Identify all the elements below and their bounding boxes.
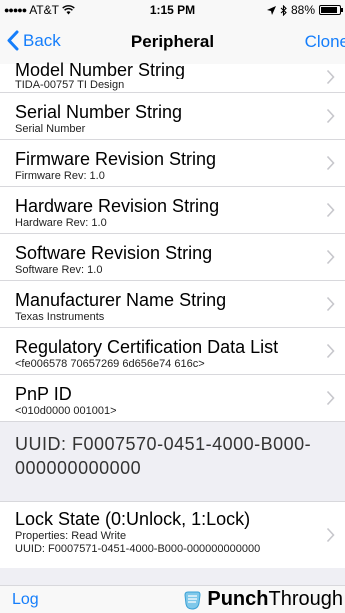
list-item[interactable]: Serial Number String Serial Number <box>0 93 345 140</box>
log-button[interactable]: Log <box>12 591 39 609</box>
row-subtitle: TIDA-00757 TI Design <box>15 79 125 91</box>
battery-icon <box>319 5 343 15</box>
brand-regular: Through <box>268 588 344 610</box>
punchthrough-logo: PunchThrough <box>181 588 343 611</box>
row-subtitle: Serial Number <box>15 123 86 135</box>
list-item[interactable]: Lock State (0:Unlock, 1:Lock) Properties… <box>0 502 345 568</box>
chevron-right-icon <box>326 527 335 543</box>
row-title: Serial Number String <box>15 102 183 122</box>
status-bar: ●●●●● AT&T 1:15 PM 88% <box>0 0 345 20</box>
row-subtitle: <010d0000 001001> <box>15 405 117 417</box>
row-title: Hardware Revision String <box>15 196 220 216</box>
list-item[interactable]: Manufacturer Name String Texas Instrumen… <box>0 281 345 328</box>
bluetooth-icon <box>280 4 287 16</box>
row-title: PnP ID <box>15 384 72 404</box>
list-item[interactable]: PnP ID <010d0000 001001> <box>0 375 345 422</box>
row-subtitle: Firmware Rev: 1.0 <box>15 170 105 182</box>
location-arrow-icon <box>266 5 276 15</box>
chevron-right-icon <box>326 108 335 124</box>
brand-bold: Punch <box>207 588 269 610</box>
list-item[interactable]: Hardware Revision String Hardware Rev: 1… <box>0 187 345 234</box>
service-uuid-header: UUID: F0007570-0451-4000-B000-0000000000… <box>0 422 345 502</box>
characteristic-list: Model Number String TIDA-00757 TI Design… <box>0 61 345 599</box>
list-item[interactable]: Regulatory Certification Data List <fe00… <box>0 328 345 375</box>
status-right: 88% <box>266 3 343 17</box>
battery-fill <box>321 7 337 13</box>
row-subtitle: Hardware Rev: 1.0 <box>15 217 107 229</box>
clone-button[interactable]: Clone <box>305 32 345 52</box>
row-uuid: UUID: F0007571-0451-4000-B000-0000000000… <box>15 543 261 555</box>
row-subtitle: Software Rev: 1.0 <box>15 264 103 276</box>
list-item[interactable]: Firmware Revision String Firmware Rev: 1… <box>0 140 345 187</box>
row-subtitle: Texas Instruments <box>15 311 105 323</box>
chevron-right-icon <box>326 390 335 406</box>
row-title: Firmware Revision String <box>15 149 217 169</box>
row-properties: Properties: Read Write <box>15 530 127 542</box>
chevron-right-icon <box>326 155 335 171</box>
chevron-right-icon <box>326 249 335 265</box>
list-item[interactable]: Software Revision String Software Rev: 1… <box>0 234 345 281</box>
row-title: Regulatory Certification Data List <box>15 337 279 357</box>
footer-toolbar: Log PunchThrough <box>0 585 345 613</box>
row-title: Model Number String <box>15 61 186 79</box>
chevron-right-icon <box>326 296 335 312</box>
brand-name: PunchThrough <box>207 588 343 611</box>
chevron-right-icon <box>326 202 335 218</box>
row-title: Lock State (0:Unlock, 1:Lock) <box>15 509 251 529</box>
chevron-right-icon <box>326 69 335 84</box>
page-title: Peripheral <box>130 32 215 51</box>
chevron-right-icon <box>326 343 335 359</box>
row-title: Manufacturer Name String <box>15 290 227 310</box>
row-subtitle: <fe006578 70657269 6d656e74 616c> <box>15 358 205 370</box>
list-item[interactable]: Model Number String TIDA-00757 TI Design <box>0 61 345 93</box>
nav-bar: Back Peripheral Clone <box>0 20 345 64</box>
punchthrough-logo-icon <box>184 591 201 610</box>
row-title: Software Revision String <box>15 243 213 263</box>
battery-percent: 88% <box>290 3 315 17</box>
